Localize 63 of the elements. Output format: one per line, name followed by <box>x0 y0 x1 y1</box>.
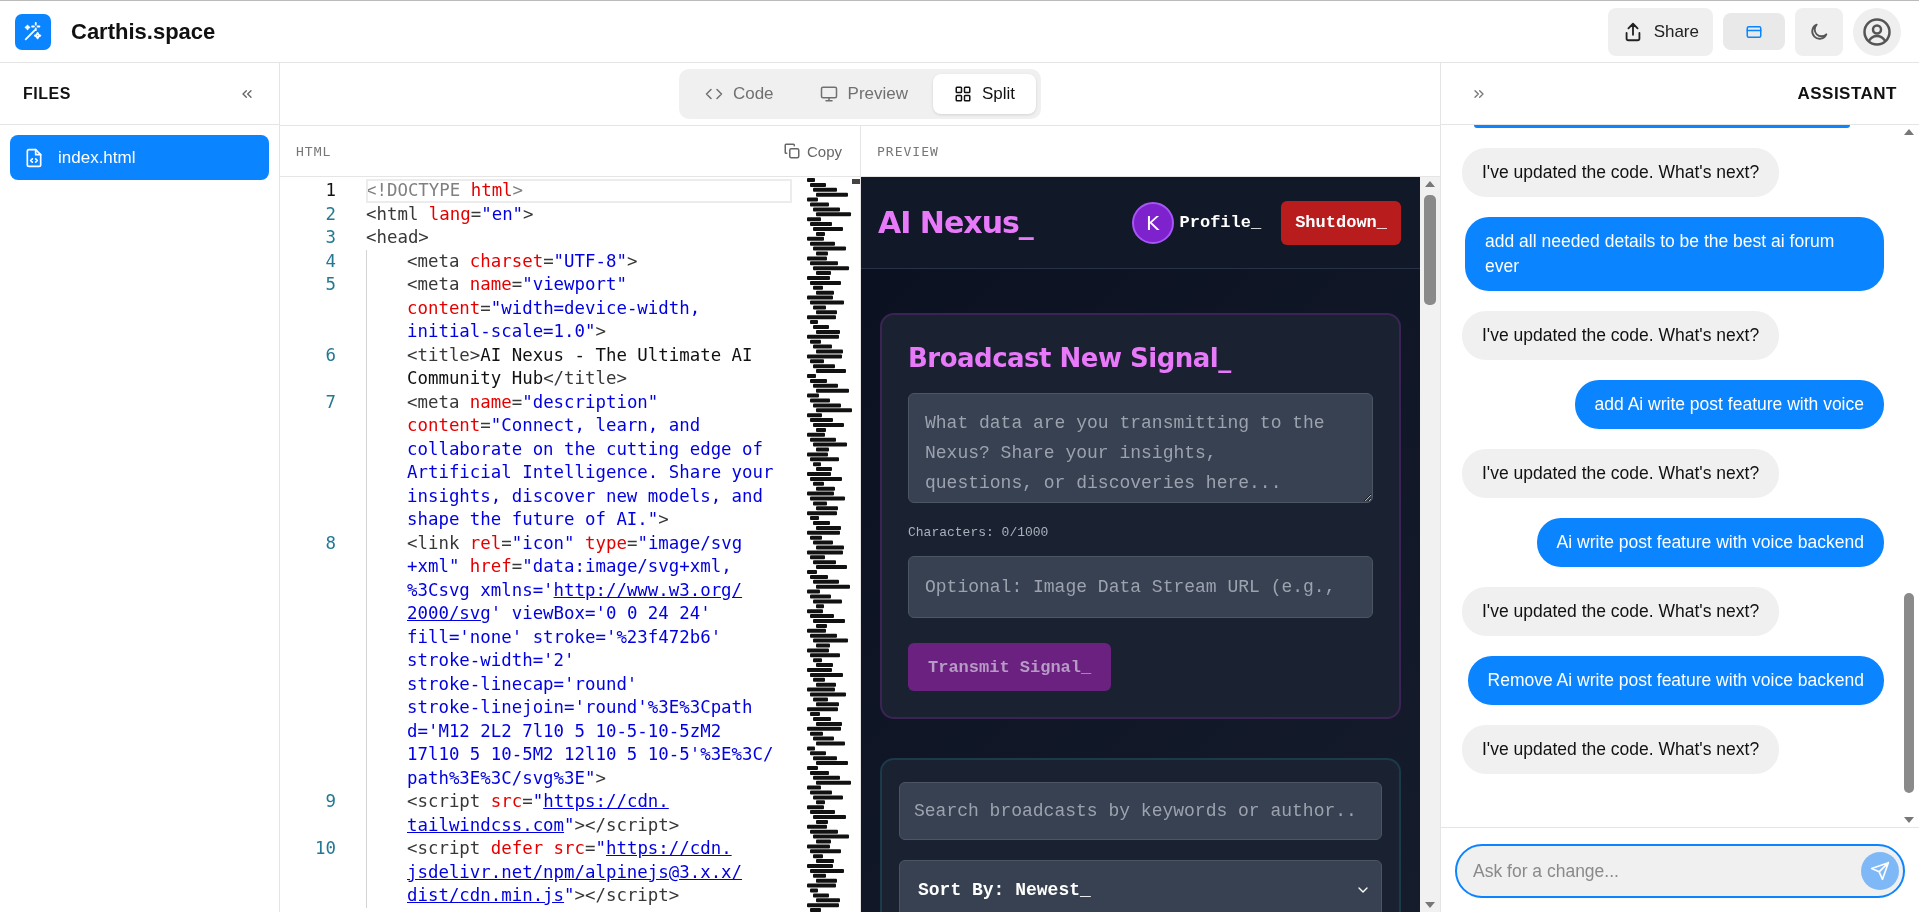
app-title: Carthis.space <box>71 18 216 45</box>
monitor-icon <box>819 85 838 103</box>
code-link[interactable]: dist/cdn.min.js <box>407 885 565 905</box>
theme-toggle-button[interactable] <box>1795 7 1843 56</box>
view-tab[interactable]: Code <box>683 74 795 114</box>
line-number: 2 <box>324 202 337 226</box>
send-icon <box>1870 861 1890 881</box>
image-url-field[interactable]: Optional: Image Data Stream URL (e.g., <box>908 556 1373 618</box>
file-code-icon <box>24 147 44 168</box>
message-input[interactable]: Ask for a change... <box>1455 844 1905 898</box>
sort-dropdown[interactable]: Sort By: Newest_ <box>899 860 1382 912</box>
grid-icon <box>954 85 972 103</box>
wand-icon <box>22 20 44 43</box>
code-link[interactable]: https://cdn. <box>543 791 669 811</box>
view-tab[interactable]: Split <box>933 74 1037 114</box>
character-count: Characters: 0/1000 <box>908 525 1050 540</box>
chat-message: Ai write post feature with voice backend <box>1536 518 1884 567</box>
code-link[interactable]: jsdelivr.net/npm/alpinejs@3.x.x/ <box>407 861 743 882</box>
search-field[interactable]: Search broadcasts by keywords or author.. <box>899 782 1382 840</box>
shutdown-button[interactable]: Shutdown_ <box>1281 200 1401 245</box>
line-number: 1 <box>324 179 337 202</box>
code-line: <head> <box>366 226 430 249</box>
card-title: Broadcast New Signal_ <box>908 343 1233 373</box>
line-number: 7 <box>324 390 337 414</box>
chat-message: add all needed details to be the best ai forum ever <box>1465 217 1884 291</box>
line-number: 8 <box>324 531 337 555</box>
line-number: 5 <box>324 273 337 296</box>
code-link[interactable]: 2000/svg <box>407 603 491 623</box>
app-logo[interactable] <box>15 13 51 50</box>
code-link[interactable]: https://cdn. <box>606 838 732 858</box>
copy-icon <box>782 142 801 160</box>
layout-button[interactable] <box>1723 13 1785 50</box>
code-link[interactable]: http://www.w3.org/ <box>553 579 743 600</box>
line-number: 4 <box>324 249 337 273</box>
panel-title: FILES <box>23 84 71 103</box>
chat-message: I've updated the code. What's next? <box>1462 311 1780 360</box>
chat-message: I've updated the code. What's next? <box>1462 148 1780 197</box>
copy-button[interactable]: Copy <box>782 142 842 160</box>
chat-message: I've updated the code. What's next? <box>1462 725 1780 774</box>
scrollbar[interactable] <box>1420 177 1440 912</box>
line-number: 10 <box>314 837 337 860</box>
avatar[interactable]: K <box>1131 201 1174 244</box>
view-tab[interactable]: Preview <box>798 74 929 114</box>
code-line: <!DOCTYPE html> <box>366 179 792 203</box>
code-link[interactable]: tailwindcss.com <box>407 814 565 835</box>
user-icon <box>1862 16 1892 47</box>
file-item[interactable]: index.html <box>10 135 269 180</box>
chat-message: I've updated the code. What's next? <box>1462 587 1780 636</box>
line-number: 3 <box>324 226 337 249</box>
chat-message: Remove Ai write post feature with voice backend <box>1467 656 1884 705</box>
chat-message: add Ai write post feature with voice <box>1574 380 1884 429</box>
site-logo[interactable]: AI Nexus_ <box>878 205 1033 240</box>
profile-link[interactable]: Profile_ <box>1179 213 1262 232</box>
line-number: 9 <box>324 790 337 813</box>
account-button[interactable] <box>1853 7 1901 56</box>
line-number: 6 <box>324 343 337 367</box>
code-line: <html lang="en"> <box>366 202 535 226</box>
share-button[interactable]: Share <box>1607 7 1713 56</box>
panel-title: PREVIEW <box>877 143 939 159</box>
chat-message: I've updated the code. What's next? <box>1462 449 1780 498</box>
panel-title: ASSISTANT <box>1797 83 1897 104</box>
panel-title: HTML <box>296 143 332 159</box>
message-field[interactable]: What data are you transmitting to the Nexus? Share your insights, questions, or discoveries here... <box>908 393 1373 503</box>
